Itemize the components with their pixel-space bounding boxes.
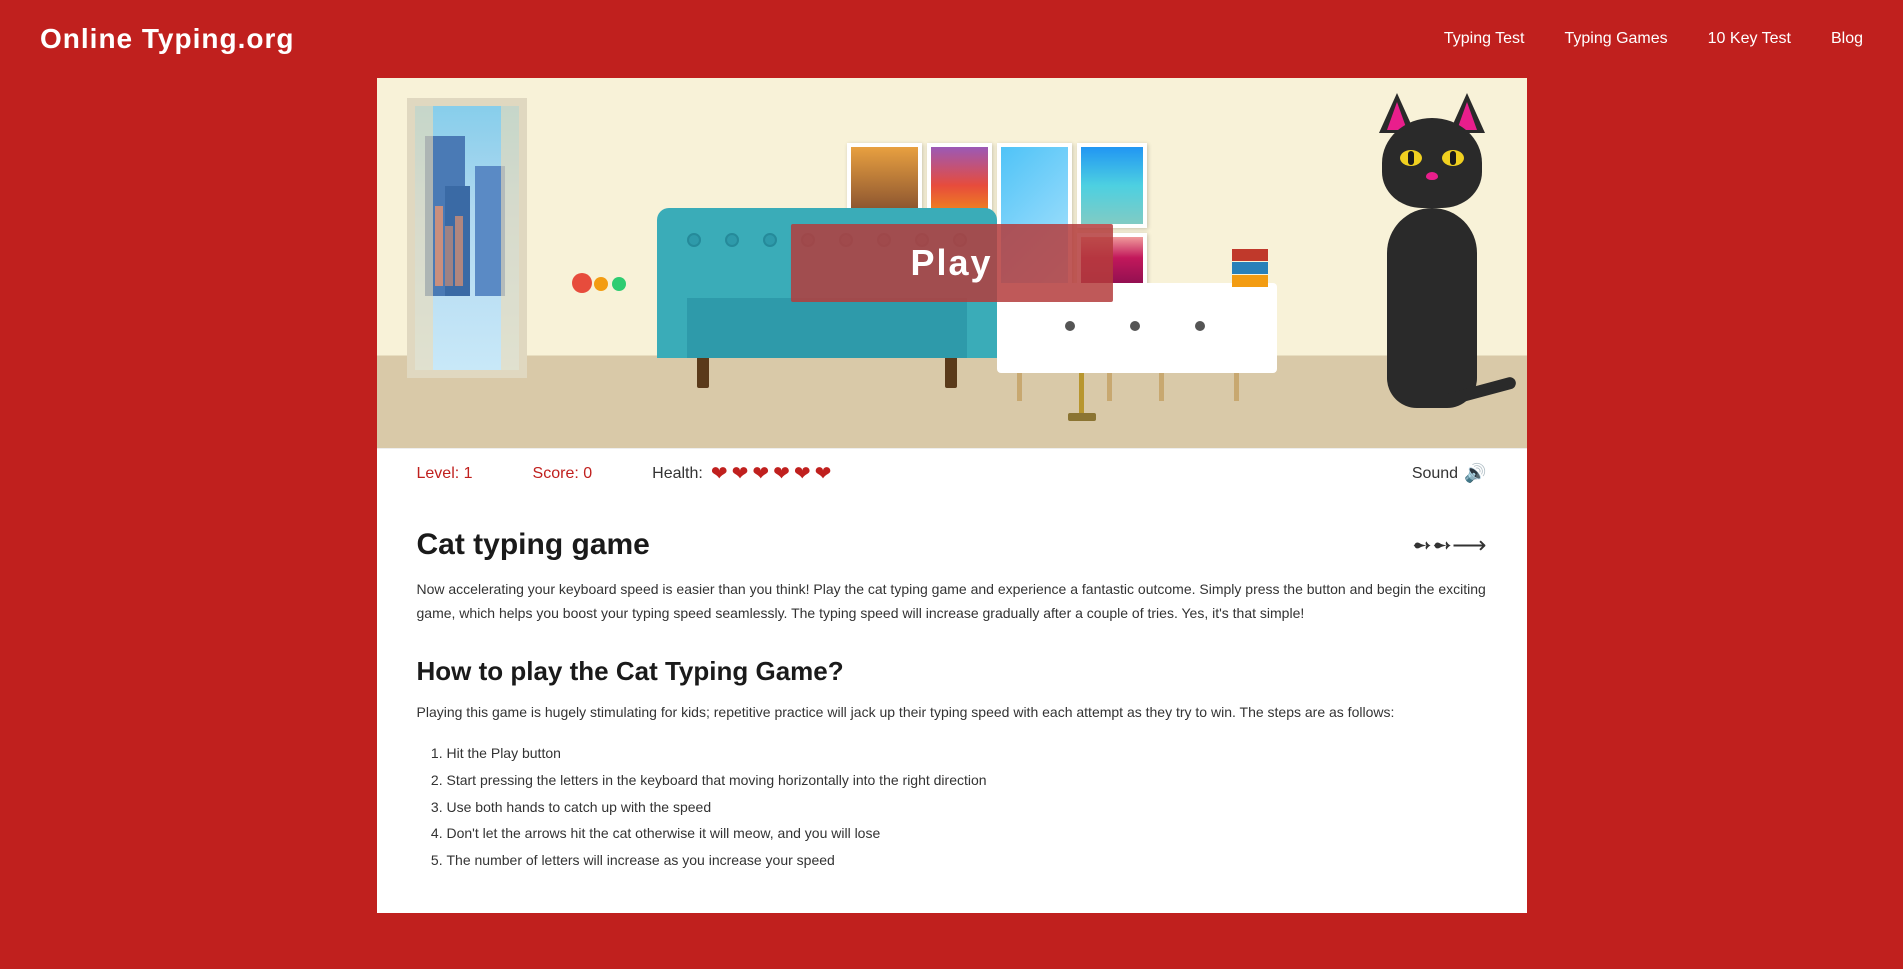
window-stripe-1	[435, 206, 443, 286]
game-wrapper: Play Level: 1 Score: 0 Health: ❤ ❤ ❤ ❤ ❤…	[377, 78, 1527, 498]
arrow-navigation[interactable]: ➻➻⟶	[1412, 531, 1487, 560]
heart-3: ❤	[752, 461, 769, 486]
console-leg-left	[1017, 373, 1022, 401]
photo-ocean	[1077, 143, 1147, 228]
books-stack	[1232, 248, 1268, 288]
console-legs	[1017, 373, 1239, 401]
window-stripe-3	[455, 216, 463, 286]
instruction-1: Hit the Play button	[447, 740, 1487, 767]
console-dot-1	[1065, 321, 1075, 331]
room-window	[407, 98, 527, 378]
title-row: Cat typing game ➻➻⟶	[417, 528, 1487, 562]
cat-character	[1367, 88, 1497, 408]
cat-eye-right	[1442, 150, 1464, 166]
play-button[interactable]: Play	[790, 224, 1112, 302]
nav-typing-test[interactable]: Typing Test	[1444, 30, 1525, 48]
game-status-bar: Level: 1 Score: 0 Health: ❤ ❤ ❤ ❤ ❤ ❤ So…	[377, 448, 1527, 498]
window-view	[415, 106, 519, 370]
game-canvas: Play	[377, 78, 1527, 448]
heart-6: ❤	[815, 461, 832, 486]
how-to-title: How to play the Cat Typing Game?	[417, 656, 1487, 687]
sofa-seat	[657, 298, 997, 358]
site-logo[interactable]: Online Typing.org	[40, 23, 294, 55]
cat-nose	[1426, 172, 1438, 180]
heart-5: ❤	[794, 461, 811, 486]
heart-4: ❤	[773, 461, 790, 486]
instructions-list: Hit the Play button Start pressing the l…	[417, 740, 1487, 873]
sofa-leg-left	[697, 358, 709, 388]
sound-section: Sound 🔊	[1412, 463, 1487, 484]
main-container: Play Level: 1 Score: 0 Health: ❤ ❤ ❤ ❤ ❤…	[0, 78, 1903, 953]
console-dot-2	[1130, 321, 1140, 331]
room-background: Play	[377, 78, 1527, 448]
nav-typing-games[interactable]: Typing Games	[1565, 30, 1668, 48]
book-blue	[1232, 262, 1268, 274]
book-yellow	[1232, 275, 1268, 287]
curtain-left	[415, 106, 433, 378]
sofa-btn-3	[763, 233, 777, 247]
how-to-intro: Playing this game is hugely stimulating …	[417, 701, 1487, 725]
sofa-btn-2	[725, 233, 739, 247]
instruction-2: Start pressing the letters in the keyboa…	[447, 767, 1487, 794]
nav-10-key-test[interactable]: 10 Key Test	[1708, 30, 1791, 48]
cat-eye-left	[1400, 150, 1422, 166]
window-stripe-2	[445, 226, 453, 286]
circle-red	[572, 273, 592, 293]
sound-icon[interactable]: 🔊	[1464, 463, 1486, 484]
cat-body	[1387, 208, 1477, 408]
game-title: Cat typing game	[417, 528, 650, 562]
lamp-base	[1068, 413, 1096, 421]
console-leg-right	[1234, 373, 1239, 401]
health-label: Health:	[652, 465, 703, 483]
instruction-5: The number of letters will increase as y…	[447, 847, 1487, 874]
header: Online Typing.org Typing Test Typing Gam…	[0, 0, 1903, 78]
console-leg-mid-left	[1107, 373, 1112, 401]
game-description: Now accelerating your keyboard speed is …	[417, 578, 1487, 626]
hearts-display: ❤ ❤ ❤ ❤ ❤ ❤	[711, 461, 832, 486]
sofa-armrest-left	[657, 268, 687, 358]
heart-2: ❤	[732, 461, 749, 486]
health-section: Health: ❤ ❤ ❤ ❤ ❤ ❤	[652, 461, 831, 486]
console-leg-mid-right	[1159, 373, 1164, 401]
score-indicator: Score: 0	[533, 465, 593, 483]
instruction-3: Use both hands to catch up with the spee…	[447, 794, 1487, 821]
cat-eyes	[1400, 150, 1464, 166]
console-dot-3	[1195, 321, 1205, 331]
circle-orange	[594, 277, 608, 291]
nav-blog[interactable]: Blog	[1831, 30, 1863, 48]
curtain-right	[501, 106, 519, 378]
heart-1: ❤	[711, 461, 728, 486]
sound-label: Sound	[1412, 465, 1458, 483]
instruction-4: Don't let the arrows hit the cat otherwi…	[447, 820, 1487, 847]
cat-head	[1382, 118, 1482, 208]
navigation: Typing Test Typing Games 10 Key Test Blo…	[1444, 30, 1863, 48]
book-red	[1232, 249, 1268, 261]
sofa-btn-1	[687, 233, 701, 247]
sofa-leg-right	[945, 358, 957, 388]
level-indicator: Level: 1	[417, 465, 473, 483]
circle-green	[612, 277, 626, 291]
content-area: Cat typing game ➻➻⟶ Now accelerating you…	[377, 498, 1527, 913]
